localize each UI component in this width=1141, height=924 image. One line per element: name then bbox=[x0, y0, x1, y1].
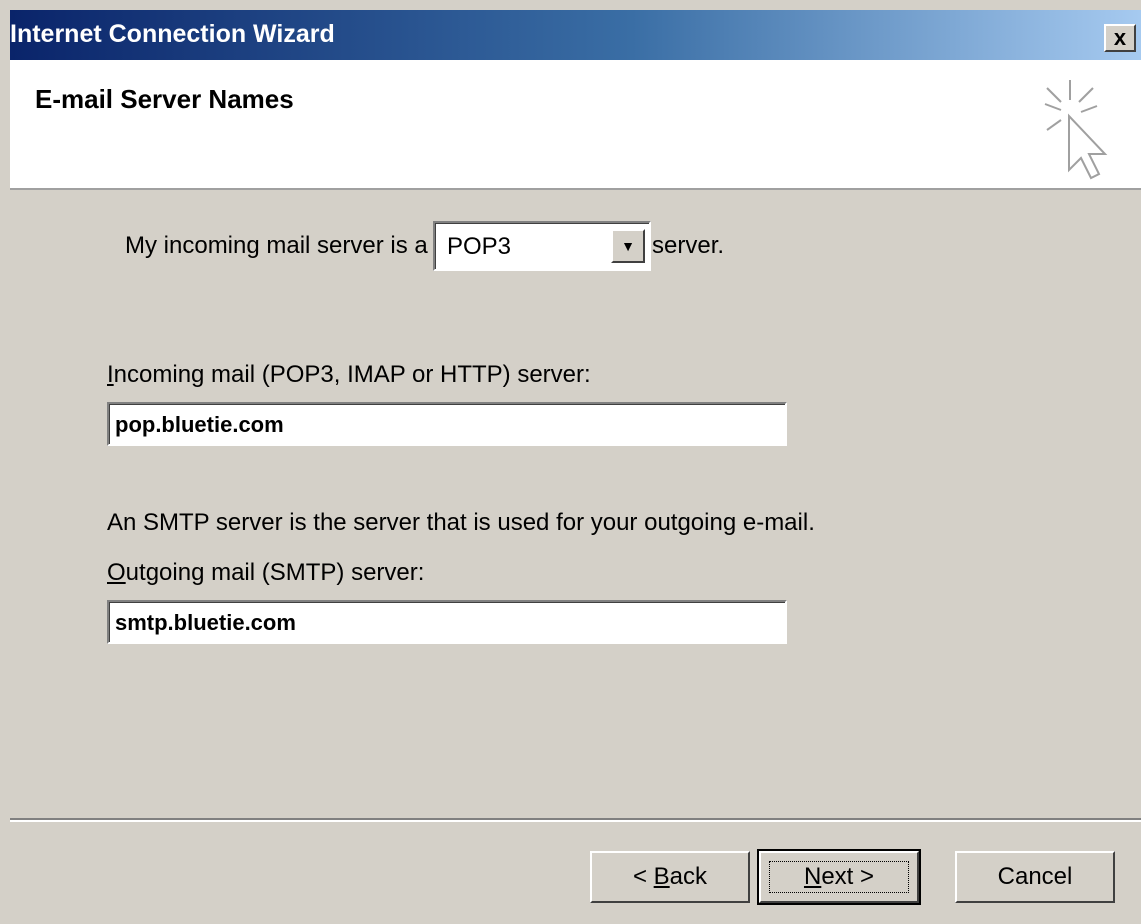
focus-rectangle bbox=[769, 861, 909, 893]
incoming-server-input[interactable]: pop.bluetie.com bbox=[107, 402, 787, 446]
outgoing-server-input[interactable]: smtp.bluetie.com bbox=[107, 600, 787, 644]
title-bar[interactable]: Internet Connection Wizard x bbox=[10, 10, 1141, 60]
back-button[interactable]: < Back bbox=[590, 851, 750, 903]
chevron-down-icon: ▼ bbox=[621, 238, 635, 254]
wizard-window: Internet Connection Wizard x E-mail Serv… bbox=[0, 0, 1141, 924]
dropdown-arrow-button[interactable]: ▼ bbox=[611, 229, 645, 263]
smtp-explanation: An SMTP server is the server that is use… bbox=[107, 509, 815, 536]
wizard-cursor-icon bbox=[1044, 80, 1108, 180]
footer-divider bbox=[10, 818, 1141, 822]
cancel-button[interactable]: Cancel bbox=[955, 851, 1115, 903]
cancel-button-label: Cancel bbox=[997, 863, 1073, 890]
incoming-server-type-select[interactable]: POP3 ▼ bbox=[433, 221, 651, 271]
incoming-server-value: pop.bluetie.com bbox=[115, 412, 284, 437]
next-button[interactable]: Next > bbox=[757, 849, 921, 905]
wizard-header: E-mail Server Names bbox=[10, 60, 1141, 190]
incoming-server-type-value: POP3 bbox=[447, 233, 512, 260]
page-title: E-mail Server Names bbox=[35, 84, 294, 114]
outgoing-server-label: Outgoing mail (SMTP) server: bbox=[107, 559, 425, 586]
outgoing-server-value: smtp.bluetie.com bbox=[115, 610, 296, 635]
close-button[interactable]: x bbox=[1104, 24, 1136, 52]
back-button-label: < Back bbox=[632, 863, 708, 890]
wizard-content: My incoming mail server is a POP3 ▼ serv… bbox=[10, 190, 1141, 818]
incoming-server-label: Incoming mail (POP3, IMAP or HTTP) serve… bbox=[107, 361, 591, 388]
close-icon: x bbox=[1113, 25, 1127, 50]
incoming-type-label: My incoming mail server is a bbox=[125, 232, 428, 259]
window-title: Internet Connection Wizard bbox=[10, 20, 335, 48]
incoming-type-suffix: server. bbox=[652, 232, 725, 259]
